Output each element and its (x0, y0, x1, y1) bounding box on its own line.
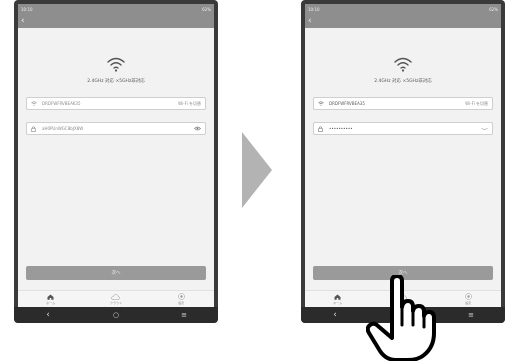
status-battery: 62% (202, 6, 211, 12)
app-bar: ‹ (18, 14, 214, 28)
tab-home-label: ホーム (46, 300, 56, 305)
wifi-small-icon (31, 101, 39, 106)
cloud-icon (111, 293, 121, 300)
status-bar: 10:10 62% (18, 4, 214, 14)
ssid-value: DRDFWFRVBEAK35 (42, 101, 81, 106)
back-chevron-icon[interactable]: ‹ (308, 15, 312, 27)
band-info-text: 2.4GHz 対応 ×5GHz非対応 (87, 79, 145, 84)
tab-home[interactable]: ホーム (318, 294, 358, 305)
wifi-switch-link[interactable]: Wi-Fi を切替 (465, 101, 488, 107)
android-nav-bar: ‹ ○ ≡ (14, 307, 218, 323)
password-field[interactable]: aH0PUnWGC8bJX8W (26, 122, 206, 135)
password-value: •••••••••• (329, 126, 353, 131)
nav-recent-icon[interactable]: ≡ (169, 307, 199, 323)
app-bar: ‹ (305, 14, 501, 28)
status-time: 10:10 (21, 6, 33, 12)
ssid-value: DRDFWFRVBEA35 (329, 101, 365, 106)
settings-icon (465, 293, 472, 300)
nav-home-icon[interactable]: ○ (101, 307, 131, 323)
wifi-icon (305, 56, 501, 76)
home-icon (334, 294, 341, 300)
home-icon (47, 294, 54, 300)
tablet-before: 10:10 62% ‹ 2.4GHz 対応 ×5GHz非対応 DRDFWFRVB… (14, 0, 218, 323)
wifi-switch-link[interactable]: Wi-Fi を切替 (178, 101, 201, 107)
status-bar: 10:10 62% (305, 4, 501, 14)
band-info-text: 2.4GHz 対応 ×5GHz非対応 (374, 79, 432, 84)
nav-back-icon[interactable]: ‹ (320, 307, 350, 323)
nav-recent-icon[interactable]: ≡ (456, 307, 486, 323)
tab-settings-label: 設定 (178, 301, 185, 305)
lock-icon (31, 126, 39, 132)
password-value: aH0PUnWGC8bJX8W (42, 126, 84, 131)
nav-back-icon[interactable]: ‹ (33, 307, 63, 323)
eye-closed-icon[interactable] (481, 127, 488, 131)
tab-bar: ホーム クラウド 設定 (18, 290, 214, 307)
app-screen: 10:10 62% ‹ 2.4GHz 対応 ×5GHz非対応 DRDFWFRVB… (18, 4, 214, 307)
tab-cloud-label: クラウド (109, 300, 122, 305)
tab-settings[interactable]: 設定 (161, 293, 201, 305)
tab-cloud[interactable]: クラウド (96, 293, 136, 305)
status-battery: 62% (489, 6, 498, 12)
app-screen: 10:10 62% ‹ 2.4GHz 対応 ×5GHz非対応 DRDFWFRVB… (305, 4, 501, 307)
lock-icon (318, 126, 326, 132)
tab-settings[interactable]: 設定 (448, 293, 488, 305)
step-arrow-icon (242, 132, 272, 212)
back-chevron-icon[interactable]: ‹ (21, 15, 25, 27)
ssid-field[interactable]: DRDFWFRVBEAK35 Wi-Fi を切替 (26, 97, 206, 110)
wifi-icon (18, 56, 214, 76)
tap-hand-icon (365, 274, 436, 363)
wifi-small-icon (318, 101, 326, 106)
status-time: 10:10 (308, 6, 320, 12)
tab-home-label: ホーム (333, 300, 343, 305)
next-button[interactable]: 次へ (26, 266, 206, 280)
eye-icon[interactable] (194, 126, 201, 131)
settings-icon (178, 293, 185, 300)
ssid-field[interactable]: DRDFWFRVBEA35 Wi-Fi を切替 (313, 97, 493, 110)
tab-settings-label: 設定 (465, 301, 472, 305)
tab-home[interactable]: ホーム (31, 294, 71, 305)
password-field[interactable]: •••••••••• (313, 122, 493, 135)
